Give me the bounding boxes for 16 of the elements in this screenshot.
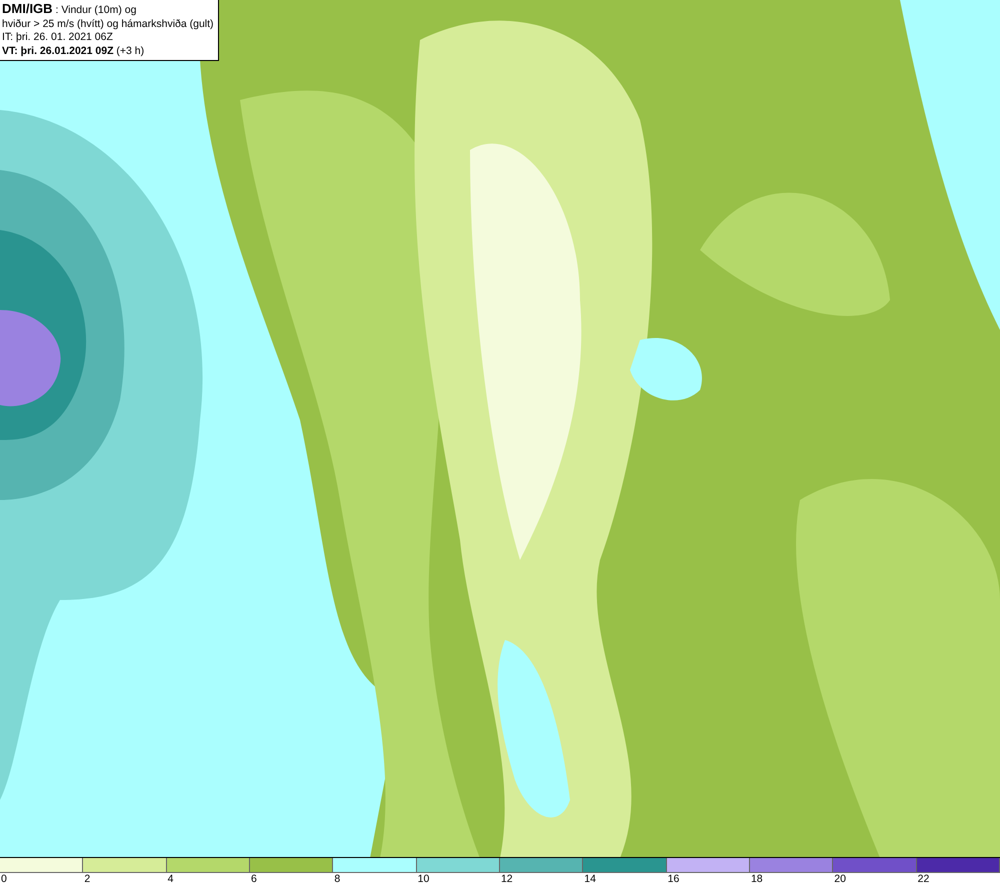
legend-label: 8 [333, 873, 340, 886]
info-text: DMI/IGB : Vindur (10m) og [2, 2, 138, 18]
info-text: hviður > 25 m/s (hvítt) og hámarkshviða (gult) [2, 18, 214, 31]
info-text: VT: þri. 26.01.2021 09Z (+3 h) [2, 44, 146, 58]
legend-label: 12 [500, 873, 513, 886]
legend-label: 4 [166, 873, 174, 886]
legend-label: 0 [0, 873, 7, 886]
legend-label: 2 [83, 873, 90, 886]
legend-label: 6 [250, 873, 257, 886]
legend-label: 16 [666, 873, 680, 886]
info-text: IT: þri. 26. 01. 2021 06Z [2, 31, 114, 44]
legend-label: 18 [750, 873, 763, 886]
legend-label: 14 [583, 873, 596, 886]
legend-label: 20 [833, 873, 846, 886]
legend-label: 22 [916, 873, 930, 886]
legend-label: 10 [416, 873, 430, 886]
